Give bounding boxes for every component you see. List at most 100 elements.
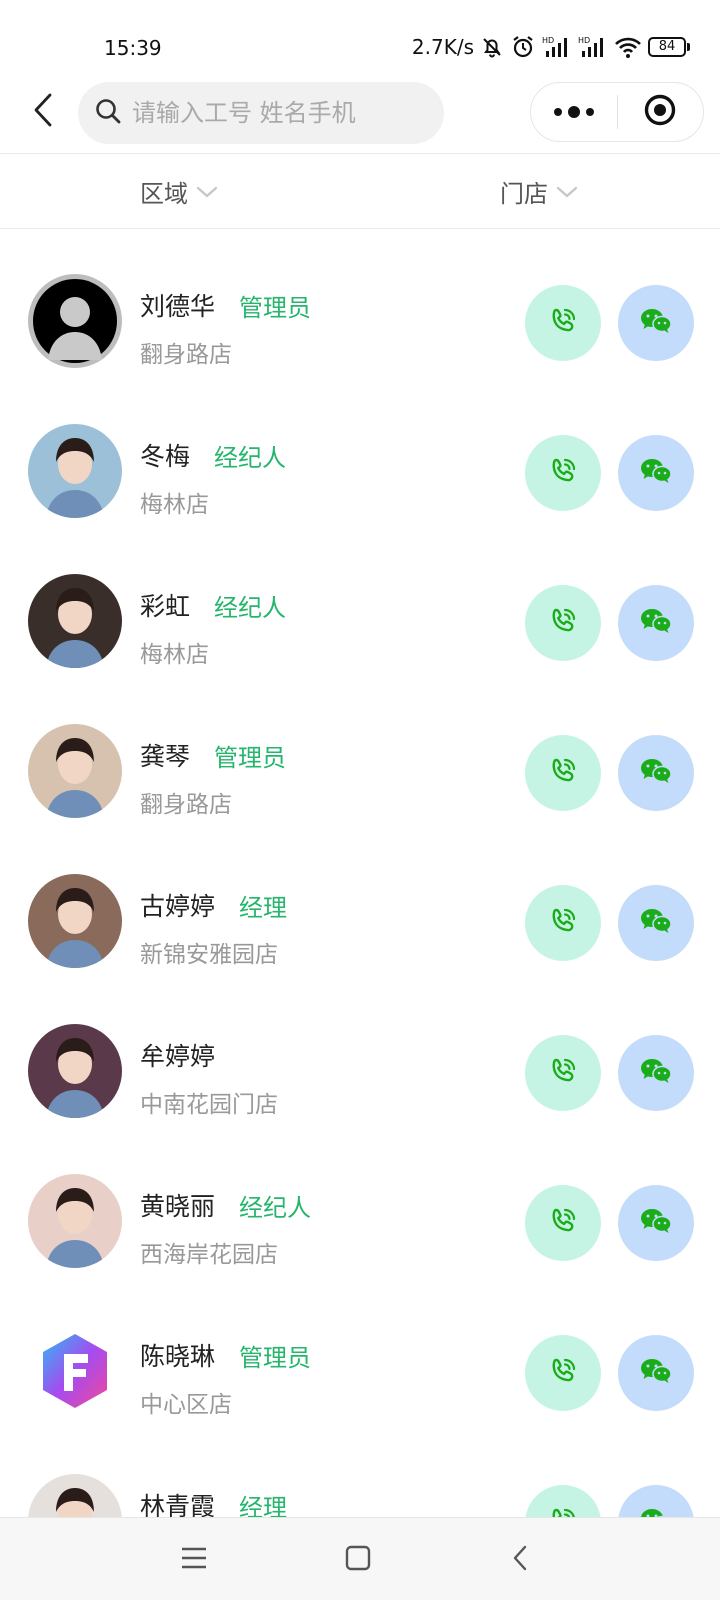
avatar[interactable] (28, 274, 122, 368)
staff-row[interactable]: 冬梅 经纪人 梅林店 (0, 377, 720, 527)
hd-signal-icon: HD (578, 35, 608, 59)
staff-row[interactable]: 彩虹 经纪人 梅林店 (0, 527, 720, 677)
staff-row[interactable]: 古婷婷 经理新锦安雅园店 (0, 827, 720, 977)
wechat-icon (639, 756, 673, 790)
call-button[interactable] (525, 285, 601, 361)
system-nav-bar (0, 1517, 720, 1600)
call-button[interactable] (525, 1185, 601, 1261)
wechat-button[interactable] (618, 285, 694, 361)
phone-call-icon (548, 1506, 578, 1517)
wechat-button[interactable] (618, 1485, 694, 1517)
wechat-button[interactable] (618, 435, 694, 511)
call-button[interactable] (525, 435, 601, 511)
staff-store: 中南花园门店 (140, 1092, 278, 1118)
wechat-button[interactable] (618, 1335, 694, 1411)
staff-role: 管理员 (239, 293, 312, 322)
phone-call-icon (548, 1356, 578, 1390)
battery-icon: 84 (648, 37, 690, 57)
avatar[interactable] (28, 874, 122, 968)
staff-role: 经纪人 (214, 443, 287, 472)
phone-call-icon (548, 906, 578, 940)
staff-role: 管理员 (214, 743, 287, 772)
avatar[interactable] (28, 1024, 122, 1118)
staff-name: 冬梅 (140, 442, 191, 471)
call-button[interactable] (525, 735, 601, 811)
call-button[interactable] (525, 885, 601, 961)
call-button[interactable] (525, 585, 601, 661)
store-filter[interactable]: 门店 (500, 154, 578, 228)
avatar[interactable] (28, 1474, 122, 1517)
status-bar: 15:39 2.7K/s HD HD 84 (0, 0, 720, 74)
close-mini-program-button[interactable] (618, 83, 704, 141)
call-button[interactable] (525, 1335, 601, 1411)
staff-role: 经理 (239, 1493, 288, 1518)
search-box[interactable] (78, 82, 444, 144)
back-button[interactable] (22, 90, 66, 134)
wechat-icon (639, 1506, 673, 1517)
avatar[interactable] (28, 1174, 122, 1268)
staff-store: 新锦安雅园店 (140, 942, 278, 968)
mini-program-capsule (530, 82, 704, 142)
staff-role: 经理 (239, 893, 288, 922)
phone-call-icon (548, 606, 578, 640)
wechat-icon (639, 1056, 673, 1090)
svg-text:HD: HD (578, 36, 590, 45)
chevron-down-icon (196, 177, 218, 205)
phone-call-icon (548, 1206, 578, 1240)
staff-row[interactable]: 林青霞 经理 (0, 1427, 720, 1517)
status-time: 15:39 (104, 36, 162, 60)
staff-name: 刘德华 (140, 292, 216, 321)
staff-name: 林青霞 (140, 1492, 216, 1517)
menu-button[interactable] (172, 1538, 216, 1582)
home-button[interactable] (336, 1538, 380, 1582)
staff-name-line: 黄晓丽 经纪人 (140, 1187, 311, 1223)
staff-name: 牟婷婷 (140, 1042, 216, 1071)
status-icons: 2.7K/s HD HD 84 (412, 34, 690, 60)
mute-bell-icon (480, 35, 504, 59)
staff-name-line: 龚琴 管理员 (140, 737, 286, 773)
staff-name-line: 刘德华 管理员 (140, 287, 311, 323)
staff-row[interactable]: 陈晓琳 管理员 中心区店 (0, 1277, 720, 1427)
wechat-button[interactable] (618, 1185, 694, 1261)
avatar[interactable] (28, 1324, 122, 1418)
wechat-icon (639, 456, 673, 490)
wechat-button[interactable] (618, 885, 694, 961)
staff-name: 龚琴 (140, 742, 191, 771)
avatar[interactable] (28, 724, 122, 818)
home-square-icon (344, 1544, 372, 1576)
more-dots-icon (553, 106, 594, 118)
back-arrow-icon (30, 92, 58, 132)
call-button[interactable] (525, 1035, 601, 1111)
staff-row[interactable]: 牟婷婷 中南花园门店 (0, 977, 720, 1127)
staff-store: 西海岸花园店 (140, 1242, 278, 1268)
wechat-button[interactable] (618, 735, 694, 811)
staff-name-line: 林青霞 经理 (140, 1487, 287, 1517)
avatar[interactable] (28, 424, 122, 518)
wechat-button[interactable] (618, 1035, 694, 1111)
staff-name: 彩虹 (140, 592, 191, 621)
staff-store: 中心区店 (140, 1392, 232, 1418)
filter-bar: 区域 门店 (0, 154, 720, 228)
phone-call-icon (548, 456, 578, 490)
wechat-button[interactable] (618, 585, 694, 661)
staff-row[interactable]: 黄晓丽 经纪人西海岸花园店 (0, 1127, 720, 1277)
phone-call-icon (548, 756, 578, 790)
staff-store: 梅林店 (140, 642, 209, 668)
search-input[interactable] (132, 99, 422, 127)
system-back-button[interactable] (498, 1538, 542, 1582)
region-filter[interactable]: 区域 (140, 154, 218, 228)
staff-name: 黄晓丽 (140, 1192, 216, 1221)
staff-row[interactable]: 刘德华 管理员 翻身路店 (0, 229, 720, 377)
staff-role: 经纪人 (214, 593, 287, 622)
more-button[interactable] (531, 83, 617, 141)
net-speed: 2.7K/s (411, 35, 474, 59)
staff-name: 古婷婷 (140, 892, 216, 921)
alarm-icon (510, 34, 536, 60)
call-button[interactable] (525, 1485, 601, 1517)
staff-name-line: 古婷婷 经理 (140, 887, 287, 923)
avatar[interactable] (28, 574, 122, 668)
staff-store: 梅林店 (140, 492, 209, 518)
staff-row[interactable]: 龚琴 管理员 翻身路店 (0, 677, 720, 827)
staff-role: 管理员 (239, 1343, 312, 1372)
staff-name-line: 彩虹 经纪人 (140, 587, 286, 623)
